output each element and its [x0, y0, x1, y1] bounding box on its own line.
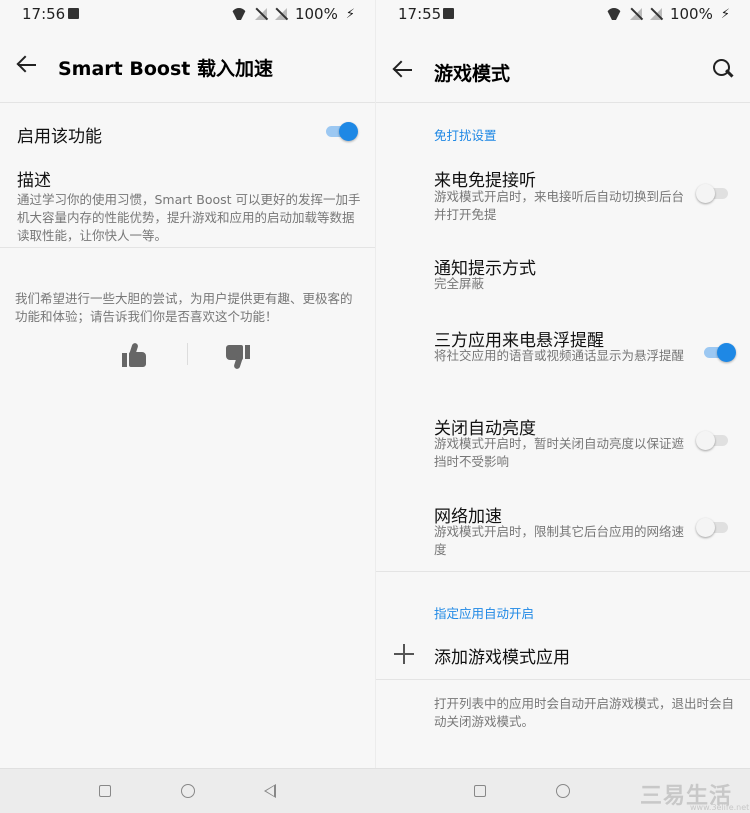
enable-label: 启用该功能: [17, 127, 102, 147]
image-notification-icon: [68, 8, 79, 19]
back-arrow-icon[interactable]: [390, 57, 416, 83]
add-game-app-label: 添加游戏模式应用: [434, 648, 570, 668]
navigation-bar: [0, 768, 750, 813]
thumbs-down-icon[interactable]: [224, 344, 252, 370]
page-title: Smart Boost 载入加速: [58, 58, 273, 80]
home-button[interactable]: [556, 784, 570, 798]
divider: [0, 247, 375, 248]
no-signal-icon: [630, 8, 642, 20]
search-icon[interactable]: [712, 58, 734, 80]
charging-icon: ⚡: [345, 6, 355, 22]
image-notification-icon: [443, 8, 454, 19]
footer-note: 打开列表中的应用时会自动开启游戏模式，退出时会自动关闭游戏模式。: [434, 696, 735, 729]
charging-icon: ⚡: [720, 6, 730, 22]
status-icons: 100% ⚡: [606, 5, 730, 23]
back-arrow-icon[interactable]: [14, 52, 40, 78]
description-text: 通过学习你的使用习惯，Smart Boost 可以更好的发挥一加手机大容量内存的…: [17, 192, 361, 243]
section-header-do-not-disturb: 免打扰设置: [434, 128, 497, 143]
setting-description: 游戏模式开启时，来电接听后自动切换到后台并打开免提: [434, 189, 685, 222]
setting-row-notification-mode[interactable]: 通知提示方式 完全屏蔽: [376, 248, 750, 298]
wifi-icon: [606, 8, 622, 20]
wifi-icon: [231, 8, 247, 20]
status-time: 17:55: [398, 5, 442, 23]
status-icons: 100% ⚡: [231, 5, 355, 23]
no-signal-icon: [275, 8, 287, 20]
battery-percent: 100%: [294, 5, 338, 23]
back-button[interactable]: [264, 784, 276, 798]
plus-icon[interactable]: [394, 644, 414, 664]
watermark-url: www.3elife.net: [690, 803, 750, 812]
setting-toggle[interactable]: [696, 430, 730, 450]
description-heading: 描述: [17, 171, 51, 191]
divider: [376, 679, 750, 680]
home-button[interactable]: [181, 784, 195, 798]
recents-button[interactable]: [99, 785, 111, 797]
setting-row-floating-call-alert[interactable]: 三方应用来电悬浮提醒 将社交应用的语音或视频通话显示为悬浮提醒: [376, 320, 750, 390]
divider: [0, 102, 375, 103]
setting-description: 游戏模式开启时，暂时关闭自动亮度以保证遮挡时不受影响: [434, 436, 685, 469]
feedback-separator: [187, 343, 188, 365]
app-bar: Smart Boost 载入加速: [0, 38, 375, 94]
enable-row[interactable]: 启用该功能: [0, 110, 375, 154]
setting-toggle[interactable]: [696, 183, 730, 203]
setting-toggle[interactable]: [696, 517, 730, 537]
feedback-text: 我们希望进行一些大胆的尝试，为用户提供更有趣、更极客的功能和体验；请告诉我们你是…: [15, 291, 353, 324]
smart-boost-screen: 17:56 100% ⚡ Smart Boost 载入加速 启用该功能 描述 通…: [0, 0, 375, 768]
setting-row-auto-brightness[interactable]: 关闭自动亮度 游戏模式开启时，暂时关闭自动亮度以保证遮挡时不受影响: [376, 408, 750, 478]
status-time: 17:56: [22, 5, 66, 23]
setting-value: 完全屏蔽: [434, 276, 485, 291]
page-title: 游戏模式: [434, 63, 511, 85]
battery-percent: 100%: [669, 5, 713, 23]
status-bar: 17:56 100% ⚡: [0, 0, 375, 28]
setting-row-answer-call[interactable]: 来电免提接听 游戏模式开启时，来电接听后自动切换到后台并打开免提: [376, 160, 750, 230]
app-bar: 游戏模式: [376, 38, 750, 94]
section-header-auto-launch: 指定应用自动开启: [434, 606, 535, 621]
setting-description: 将社交应用的语音或视频通话显示为悬浮提醒: [434, 348, 685, 363]
status-bar: 17:55 100% ⚡: [376, 0, 750, 28]
no-signal-icon: [650, 8, 662, 20]
add-game-app-row[interactable]: 添加游戏模式应用: [376, 634, 750, 676]
enable-toggle[interactable]: [324, 121, 358, 141]
setting-row-network-boost[interactable]: 网络加速 游戏模式开启时，限制其它后台应用的网络速度: [376, 496, 750, 566]
no-signal-icon: [255, 8, 267, 20]
recents-button[interactable]: [474, 785, 486, 797]
divider: [376, 102, 750, 103]
setting-description: 游戏模式开启时，限制其它后台应用的网络速度: [434, 524, 685, 557]
divider: [376, 571, 750, 572]
game-mode-screen: 17:55 100% ⚡ 游戏模式 免打扰设置 来电免提接听 游戏模式开启时，来…: [376, 0, 750, 768]
setting-toggle[interactable]: [702, 342, 736, 362]
thumbs-up-icon[interactable]: [120, 342, 148, 368]
